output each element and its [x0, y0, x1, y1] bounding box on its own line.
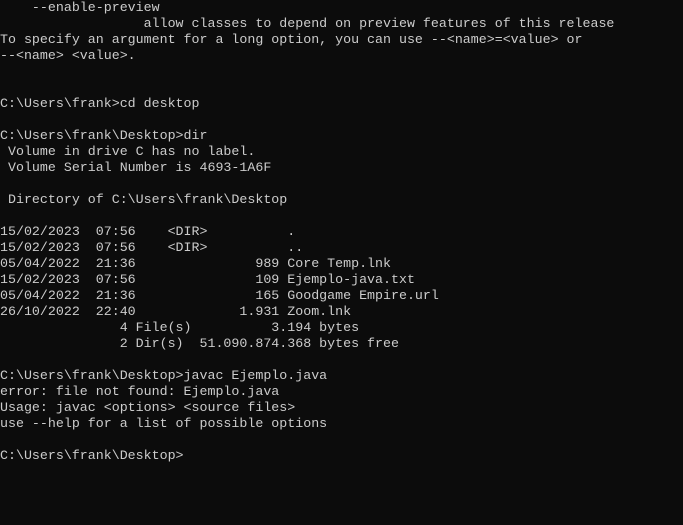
dir-entry: 05/04/2022 21:36 989 Core Temp.lnk [0, 256, 391, 271]
dir-entry: 15/02/2023 07:56 <DIR> .. [0, 240, 304, 255]
command-line-cd: C:\Users\frank>cd desktop [0, 96, 200, 111]
command-line-javac: C:\Users\frank\Desktop>javac Ejemplo.jav… [0, 368, 328, 383]
command-line-dir: C:\Users\frank\Desktop>dir [0, 128, 208, 143]
file-summary-line: 4 File(s) 3.194 bytes [0, 320, 360, 335]
usage-line: Usage: javac <options> <source files> [0, 400, 296, 415]
volume-label-line: Volume in drive C has no label. [0, 144, 256, 159]
error-line: error: file not found: Ejemplo.java [0, 384, 280, 399]
dir-entry: 05/04/2022 21:36 165 Goodgame Empire.url [0, 288, 439, 303]
directory-header-line: Directory of C:\Users\frank\Desktop [0, 192, 288, 207]
dir-entry: 15/02/2023 07:56 <DIR> . [0, 224, 296, 239]
help-description-line: allow classes to depend on preview featu… [0, 16, 615, 31]
help-hint-line: use --help for a list of possible option… [0, 416, 328, 431]
current-prompt[interactable]: C:\Users\frank\Desktop> [0, 448, 683, 464]
volume-serial-line: Volume Serial Number is 4693-1A6F [0, 160, 272, 175]
terminal-output[interactable]: --enable-preview allow classes to depend… [0, 0, 683, 525]
help-option-line: --enable-preview [0, 0, 160, 15]
dir-summary-line: 2 Dir(s) 51.090.874.368 bytes free [0, 336, 399, 351]
dir-entry: 15/02/2023 07:56 109 Ejemplo-java.txt [0, 272, 415, 287]
dir-entry: 26/10/2022 22:40 1.931 Zoom.lnk [0, 304, 352, 319]
help-text-line: To specify an argument for a long option… [0, 32, 583, 47]
help-text-line: --<name> <value>. [0, 48, 136, 63]
